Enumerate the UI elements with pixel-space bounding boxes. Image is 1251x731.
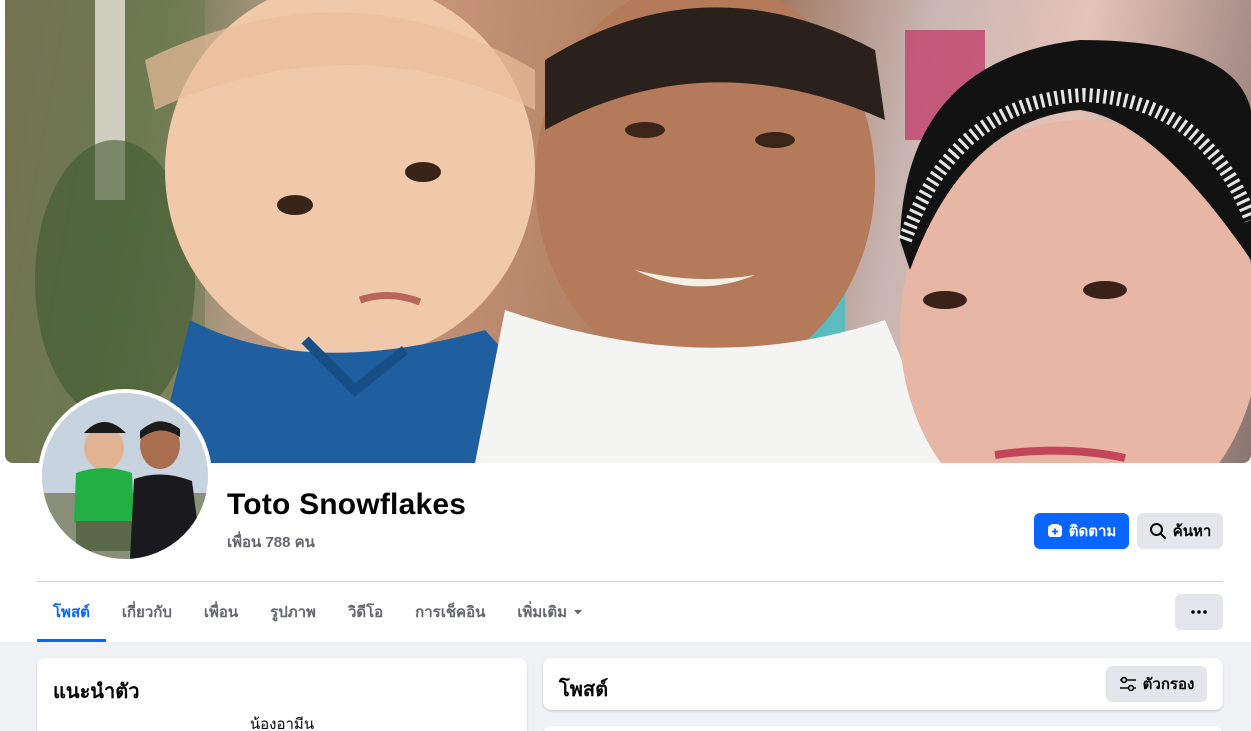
tab-about[interactable]: เกี่ยวกับ (106, 582, 188, 642)
post-composer-card (543, 726, 1223, 731)
tab-friends[interactable]: เพื่อน (188, 582, 254, 642)
intro-title: แนะนำตัว (53, 681, 140, 703)
filter-label: ตัวกรอง (1142, 676, 1195, 693)
cover-photo-image (5, 0, 1251, 463)
tab-videos[interactable]: วิดีโอ (332, 582, 399, 642)
filter-button[interactable]: ตัวกรอง (1106, 666, 1207, 702)
search-icon (1149, 522, 1167, 540)
posts-header-card: โพสต์ ตัวกรอง (543, 658, 1223, 710)
tab-label: เพื่อน (203, 604, 239, 621)
tab-label: โพสต์ (53, 604, 90, 621)
caret-down-icon (573, 607, 583, 617)
follow-label: ติดตาม (1068, 523, 1117, 540)
tab-label: การเช็คอิน (415, 604, 486, 621)
more-dots-icon (1191, 610, 1207, 614)
filter-icon (1119, 676, 1137, 692)
profile-avatar[interactable] (42, 393, 208, 559)
intro-card: แนะนำตัว น้องอามีน (37, 658, 527, 731)
posts-title: โพสต์ (559, 679, 609, 701)
tab-label: วิดีโอ (347, 604, 384, 621)
friends-count[interactable]: เพื่อน 788 คน (227, 530, 315, 554)
tab-label: เกี่ยวกับ (121, 604, 172, 621)
tab-more[interactable]: เพิ่มเติม (501, 582, 599, 642)
follow-icon (1047, 523, 1063, 539)
intro-bio: น้องอามีน (249, 716, 315, 731)
profile-tabs: โพสต์ เกี่ยวกับ เพื่อน รูปภาพ วิดีโอ การ… (37, 582, 599, 642)
follow-button[interactable]: ติดตาม (1034, 513, 1129, 549)
avatar-image (42, 393, 208, 559)
tab-posts[interactable]: โพสต์ (37, 582, 106, 642)
profile-name: Toto Snowflakes (227, 488, 467, 521)
cover-photo[interactable] (5, 0, 1251, 463)
more-options-button[interactable] (1175, 594, 1223, 630)
tab-checkins[interactable]: การเช็คอิน (399, 582, 501, 642)
search-label: ค้นหา (1172, 523, 1212, 540)
tab-photos[interactable]: รูปภาพ (254, 582, 332, 642)
tab-label: รูปภาพ (270, 604, 316, 621)
tab-label: เพิ่มเติม (517, 604, 568, 621)
search-button[interactable]: ค้นหา (1137, 513, 1223, 549)
